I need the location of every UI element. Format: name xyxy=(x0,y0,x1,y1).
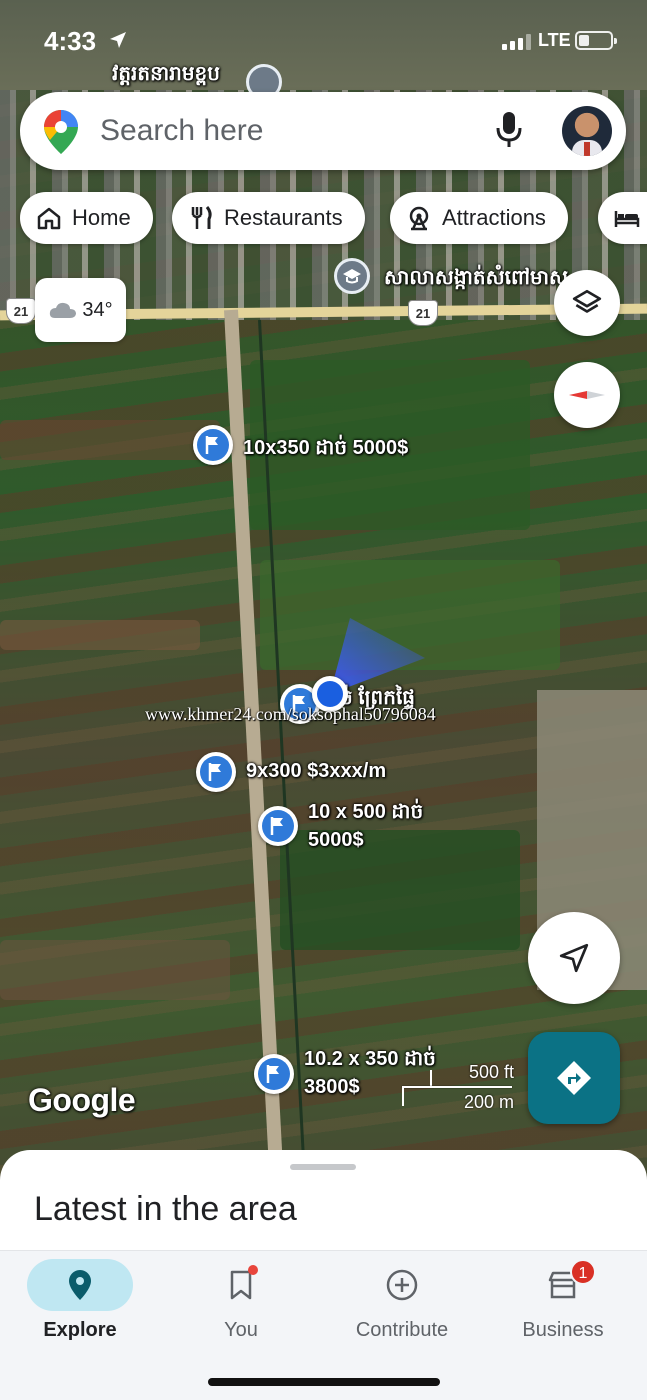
chip-attractions[interactable]: Attractions xyxy=(390,192,568,244)
chip-attractions-label: Attractions xyxy=(442,205,546,230)
network-type: LTE xyxy=(538,30,571,50)
field-plot xyxy=(0,420,220,460)
chip-home-label: Home xyxy=(72,205,131,230)
flag-icon xyxy=(266,1065,279,1083)
listing-pin-3[interactable] xyxy=(196,752,236,792)
navigation-arrow-icon xyxy=(559,943,589,973)
compass-icon xyxy=(569,391,605,399)
nav-contribute[interactable]: Contribute xyxy=(322,1259,482,1351)
listing-label-3[interactable]: 9x300 $3xxx/m xyxy=(246,760,386,783)
nav-explore[interactable]: Explore xyxy=(0,1259,160,1351)
directions-icon xyxy=(557,1061,591,1095)
field-plot xyxy=(0,620,200,650)
home-indicator[interactable] xyxy=(208,1378,440,1386)
flag-icon xyxy=(270,817,283,835)
bookmark-icon xyxy=(230,1270,252,1300)
bed-icon xyxy=(614,211,640,227)
layers-icon xyxy=(572,289,602,313)
profile-avatar[interactable] xyxy=(562,106,612,156)
cloud-icon xyxy=(50,302,77,318)
scale-meters: 200 m xyxy=(463,1092,514,1112)
listing-pin-1[interactable] xyxy=(193,425,233,465)
map-scale: 500 ft 200 m xyxy=(402,1062,516,1112)
notification-dot xyxy=(248,1265,258,1275)
ferris-wheel-icon xyxy=(409,206,429,231)
nav-you[interactable]: You xyxy=(161,1259,321,1351)
home-icon xyxy=(37,207,61,230)
nav-you-label: You xyxy=(224,1319,258,1341)
route-shield-21: 21 xyxy=(6,298,36,324)
chip-restaurants-label: Restaurants xyxy=(224,205,343,230)
listing-pin-5[interactable] xyxy=(254,1054,294,1094)
listing-label-1[interactable]: 10x350 ដាច់ 5000$ xyxy=(243,434,408,464)
sheet-handle[interactable] xyxy=(290,1164,356,1170)
microphone-icon[interactable] xyxy=(496,112,522,148)
business-badge: 1 xyxy=(570,1259,596,1285)
location-arrow-icon xyxy=(110,32,126,48)
nav-business-label: Business xyxy=(522,1319,604,1341)
listing-label-4[interactable]: 10 x 500 ដាច់ 5000$ xyxy=(308,798,423,854)
listing-pin-4[interactable] xyxy=(258,806,298,846)
google-logo: Google xyxy=(28,1082,136,1118)
status-bar: 4:33 LTE xyxy=(0,0,647,84)
layers-button[interactable] xyxy=(554,270,620,336)
fork-knife-icon xyxy=(191,206,212,229)
chip-restaurants[interactable]: Restaurants xyxy=(172,192,365,244)
weather-widget[interactable]: 34° xyxy=(35,278,126,342)
chip-home[interactable]: Home xyxy=(20,192,153,244)
location-pin-icon xyxy=(69,1270,91,1300)
temperature: 34° xyxy=(82,298,113,321)
signal-icon xyxy=(502,34,531,50)
search-input[interactable]: Search here xyxy=(100,114,263,148)
nav-business[interactable]: 1 Business xyxy=(483,1259,643,1351)
sheet-title: Latest in the area xyxy=(34,1190,297,1228)
scale-feet: 500 ft xyxy=(468,1062,514,1082)
my-location-button[interactable] xyxy=(528,912,620,1004)
pagoda-label[interactable]: វត្តរតនារាមខ្ពប xyxy=(112,60,220,90)
directions-button[interactable] xyxy=(528,1032,620,1124)
battery-icon xyxy=(575,31,617,50)
school-pin-icon[interactable] xyxy=(334,258,370,294)
route-shield-21: 21 xyxy=(408,300,438,326)
field-plot xyxy=(0,940,230,1000)
chip-lodging[interactable] xyxy=(598,192,647,244)
compass-button[interactable] xyxy=(554,362,620,428)
nav-contribute-label: Contribute xyxy=(355,1319,449,1341)
plus-circle-icon xyxy=(386,1269,418,1301)
watermark-text: www.khmer24.com/soksophal50796084 xyxy=(145,704,436,724)
school-label[interactable]: សាលាសង្កាត់សំពៅមាស xyxy=(384,264,568,294)
status-time: 4:33 xyxy=(44,26,97,56)
flag-icon xyxy=(208,763,221,781)
google-maps-logo-icon xyxy=(44,110,78,154)
nav-explore-label: Explore xyxy=(43,1319,117,1341)
search-bar[interactable]: Search here xyxy=(20,92,626,170)
flag-icon xyxy=(205,436,218,454)
bottom-sheet[interactable]: Latest in the area xyxy=(0,1150,647,1260)
